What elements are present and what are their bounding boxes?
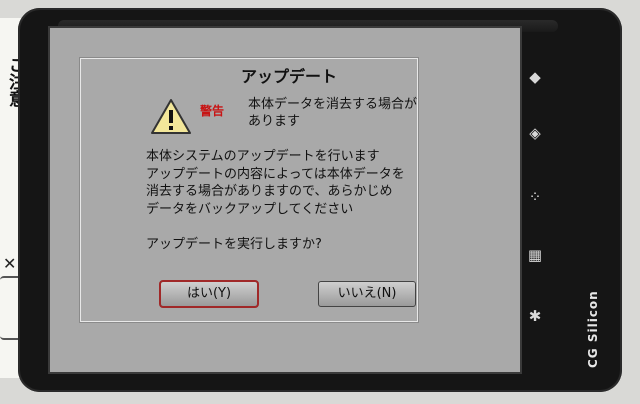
warning-badge: 警告 (199, 104, 224, 118)
warning-message: 本体データを消去する場合が あります (248, 97, 418, 129)
dialog-title: アップデート (226, 66, 352, 88)
x-mark-icon: ✕ (3, 254, 17, 273)
body-line: データをバックアップしてください (146, 201, 354, 217)
side-key-1-icon[interactable]: ◆ (524, 66, 546, 88)
body-line: 消去する場合がありますので、あらかじめ (146, 184, 393, 199)
brand-label: CG Silicon (586, 290, 600, 368)
warning-icon (151, 99, 191, 134)
side-key-4-icon[interactable]: ▦ (524, 244, 546, 266)
yes-button[interactable]: はい(Y) (159, 280, 259, 308)
side-key-2-icon[interactable]: ◈ (524, 122, 546, 144)
no-button[interactable]: いいえ(N) (318, 281, 416, 307)
body-line: アップデートの内容によっては本体データを (146, 166, 405, 182)
dialog-body-text: 本体システムのアップデートを行います アップデートの内容によっては本体データを … (146, 148, 446, 218)
confirm-question: アップデートを実行しますか? (146, 237, 322, 252)
side-key-5-icon[interactable]: ✱ (524, 305, 546, 327)
side-key-3-icon[interactable]: ⁘ (524, 186, 546, 208)
body-line: 本体システムのアップデートを行います (146, 149, 380, 164)
